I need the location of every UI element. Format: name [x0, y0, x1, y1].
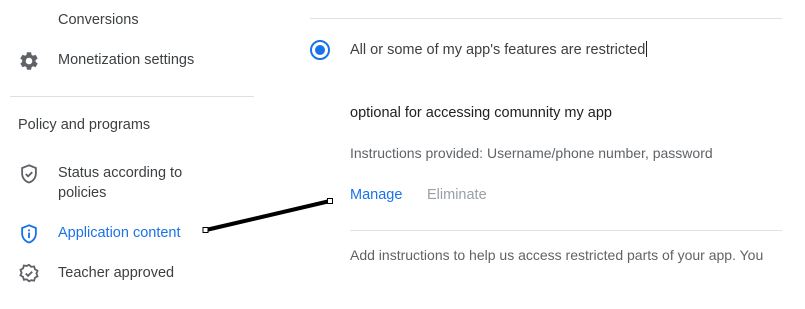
radio-selected-dot: [315, 45, 325, 55]
sidebar-item-label: Monetization settings: [58, 52, 195, 68]
sidebar-item-label: Conversions: [58, 12, 139, 28]
sidebar-item-conversions[interactable]: Conversions: [58, 10, 139, 30]
sidebar-item-monetization-settings[interactable]: Monetization settings: [18, 50, 194, 72]
help-text: Add instructions to help us access restr…: [350, 247, 764, 263]
sidebar-item-label: Application content: [58, 225, 181, 241]
section-divider: [350, 230, 782, 231]
restricted-features-label[interactable]: All or some of my app's features are res…: [350, 40, 648, 60]
sidebar-item-application-content[interactable]: Application content: [18, 223, 181, 245]
top-divider: [310, 18, 782, 19]
sidebar: Conversions Monetization settings Policy…: [0, 0, 270, 309]
shield-info-icon: [18, 223, 40, 245]
credential-title: optional for accessing comunnity my app: [350, 105, 612, 121]
text-caret: [646, 41, 648, 57]
gear-icon: [18, 50, 40, 72]
restricted-features-radio[interactable]: [310, 40, 330, 60]
eliminate-button[interactable]: Eliminate: [427, 187, 487, 203]
main-content: All or some of my app's features are res…: [310, 0, 805, 309]
section-title: Policy and programs: [18, 117, 151, 133]
sidebar-item-label: Teacher approved: [58, 265, 175, 281]
shield-check-icon: [18, 163, 40, 185]
sidebar-item-label: Status according to policies: [58, 165, 183, 201]
badge-check-icon: [18, 263, 40, 285]
sidebar-item-status-according-to-policies[interactable]: Status according to policies: [18, 163, 208, 203]
manage-button[interactable]: Manage: [350, 187, 402, 203]
sidebar-item-teacher-approved[interactable]: Teacher approved: [18, 263, 174, 285]
credential-description: Instructions provided: Username/phone nu…: [350, 145, 713, 161]
sidebar-divider: [10, 96, 254, 97]
